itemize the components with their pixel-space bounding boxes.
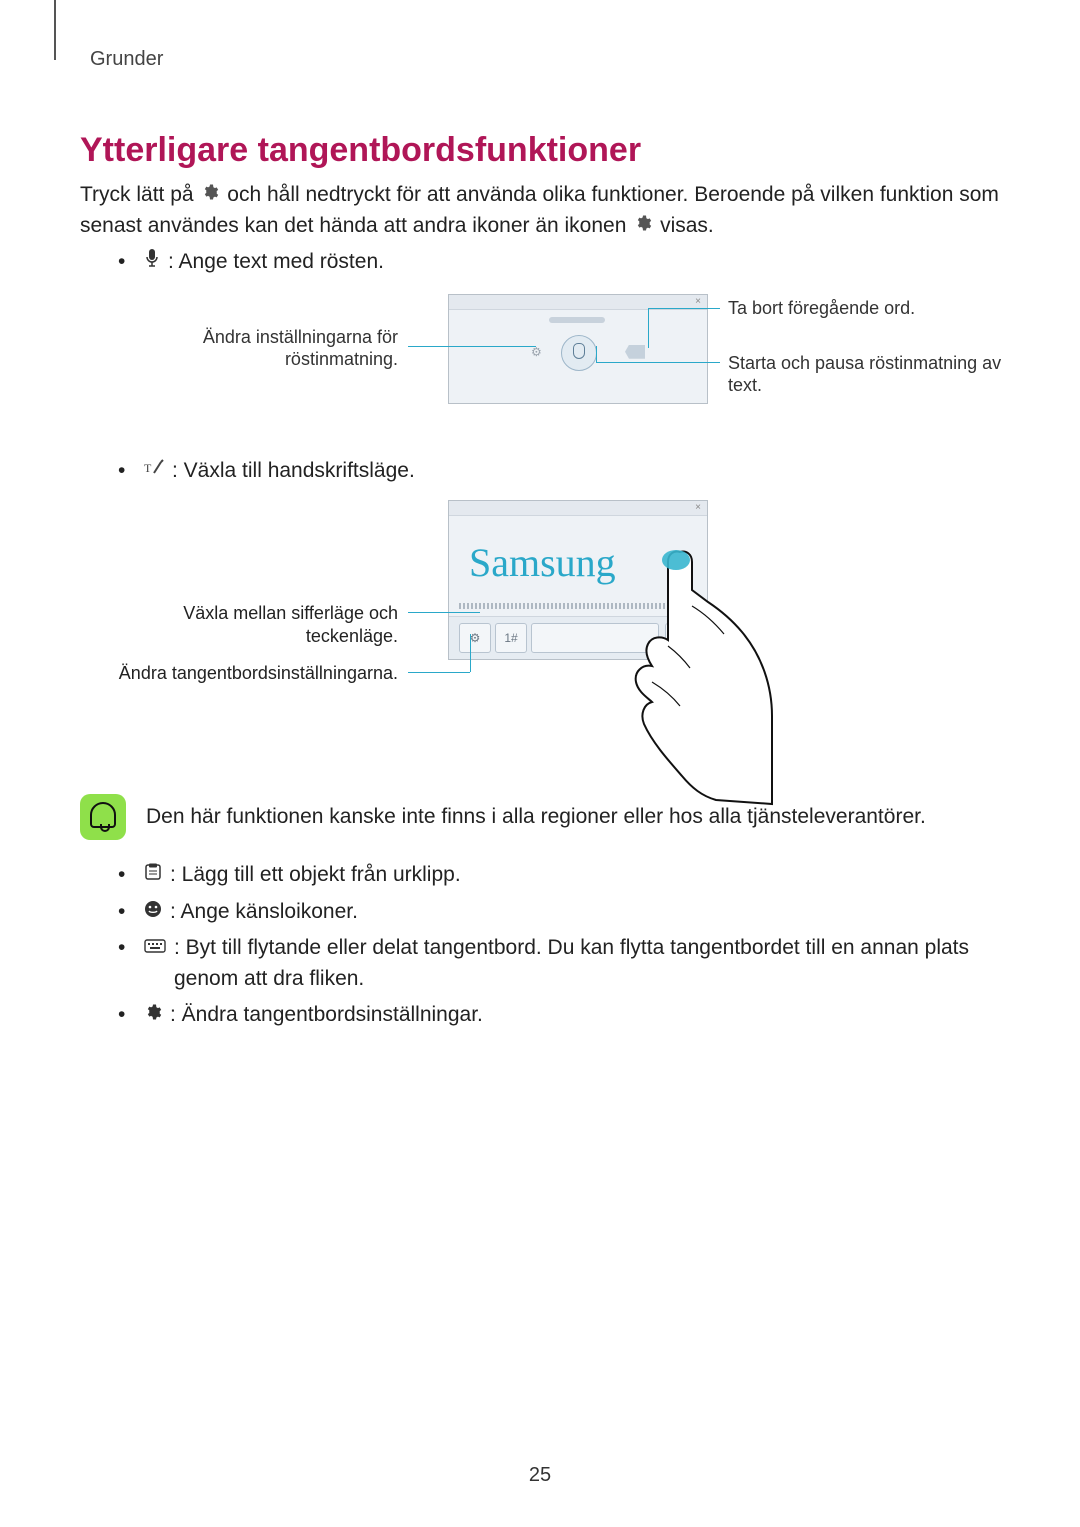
bullet-dot: •: [118, 897, 136, 927]
intro-pre: Tryck lätt på: [80, 183, 199, 206]
keyboard-icon: [144, 933, 166, 963]
callout-voice-settings: Ändra inställningarna för röstinmatning.: [118, 326, 398, 371]
bullet-settings-text: : Ändra tangentbordsinställningar.: [170, 1000, 483, 1030]
intro-post: visas.: [660, 214, 714, 237]
panel-gear-icon: ⚙: [531, 345, 542, 359]
bullet-dot: •: [118, 456, 136, 486]
callout-line: [596, 346, 597, 362]
indent-block-1: • : Ange text med rösten. × ⚙ Ändra inst…: [118, 247, 1000, 784]
bullet-dot: •: [118, 860, 136, 890]
note-block: Den här funktionen kanske inte finns i a…: [80, 794, 1000, 840]
kb-settings-icon: ⚙: [459, 623, 491, 653]
bullet-clipboard: • : Lägg till ett objekt från urklipp.: [118, 860, 1000, 890]
bullet-floating-text: : Byt till flytande eller delat tangentb…: [174, 933, 1000, 994]
bullet-floating-keyboard: • : Byt till flytande eller delat tangen…: [118, 933, 1000, 994]
callout-line: [470, 634, 471, 672]
bullet-emoji: • : Ange känsloikoner.: [118, 897, 1000, 927]
suggestion-pill: [549, 317, 605, 323]
callout-line: [596, 362, 720, 363]
callout-start-pause: Starta och pausa röstinmatning av text.: [728, 352, 1028, 397]
gear-icon: [144, 1000, 162, 1030]
intro-paragraph: Tryck lätt på och håll nedtryckt för att…: [80, 180, 1000, 241]
kb-number-mode-icon: 1#: [495, 623, 527, 653]
svg-text:T: T: [144, 461, 152, 475]
voice-panel: × ⚙: [448, 294, 708, 404]
indent-block-2: • : Lägg till ett objekt från urklipp. •…: [118, 860, 1000, 1030]
emoji-icon: [144, 897, 162, 927]
mic-icon: [144, 247, 160, 277]
handwriting-icon: T: [144, 456, 164, 486]
callout-kb-settings: Ändra tangentbordsinställningarna.: [118, 662, 398, 685]
margin-rule: [54, 0, 56, 60]
figure-handwriting: × Samsung ⚙ 1# ↲ Växla mellan sifferläge…: [118, 494, 1000, 784]
backspace-icon: [625, 345, 645, 359]
bullet-dot: •: [118, 247, 136, 277]
note-text: Den här funktionen kanske inte finns i a…: [146, 802, 926, 832]
gear-icon: [201, 180, 219, 210]
bullet-voice-text: : Ange text med rösten.: [168, 247, 384, 277]
gear-icon: [634, 211, 652, 241]
section-header: Grunder: [90, 48, 1000, 71]
page: Grunder Ytterligare tangentbordsfunktion…: [0, 0, 1080, 1527]
clipboard-icon: [144, 860, 162, 890]
bullet-clipboard-text: : Lägg till ett objekt från urklipp.: [170, 860, 461, 890]
callout-line: [648, 308, 720, 309]
page-number: 25: [0, 1464, 1080, 1487]
figure-voice-input: × ⚙ Ändra inställningarna för röstinmatn…: [118, 288, 1000, 438]
bullet-emoji-text: : Ange känsloikoner.: [170, 897, 358, 927]
bullet-settings: • : Ändra tangentbordsinställningar.: [118, 1000, 1000, 1030]
bullet-handwriting-text: : Växla till handskriftsläge.: [172, 456, 415, 486]
mic-button-icon: [561, 335, 597, 371]
callout-line: [648, 308, 649, 348]
bullet-voice: • : Ange text med rösten.: [118, 247, 1000, 277]
callout-line: [408, 672, 470, 673]
callout-number-symbol: Växla mellan sifferläge och teckenläge.: [118, 602, 398, 647]
page-title: Ytterligare tangentbordsfunktioner: [80, 131, 1000, 170]
note-bell-icon: [80, 794, 126, 840]
callout-line: [408, 346, 536, 347]
sample-word: Samsung: [469, 539, 616, 586]
close-icon: ×: [695, 502, 701, 513]
callout-line: [408, 612, 480, 613]
close-icon: ×: [695, 296, 701, 307]
panel-topbar: ×: [449, 501, 707, 516]
callout-delete-word: Ta bort föregående ord.: [728, 298, 915, 319]
hand-illustration: [622, 546, 782, 806]
bullet-handwriting: • T : Växla till handskriftsläge.: [118, 456, 1000, 486]
bullet-dot: •: [118, 1000, 136, 1030]
bullet-dot: •: [118, 933, 136, 963]
